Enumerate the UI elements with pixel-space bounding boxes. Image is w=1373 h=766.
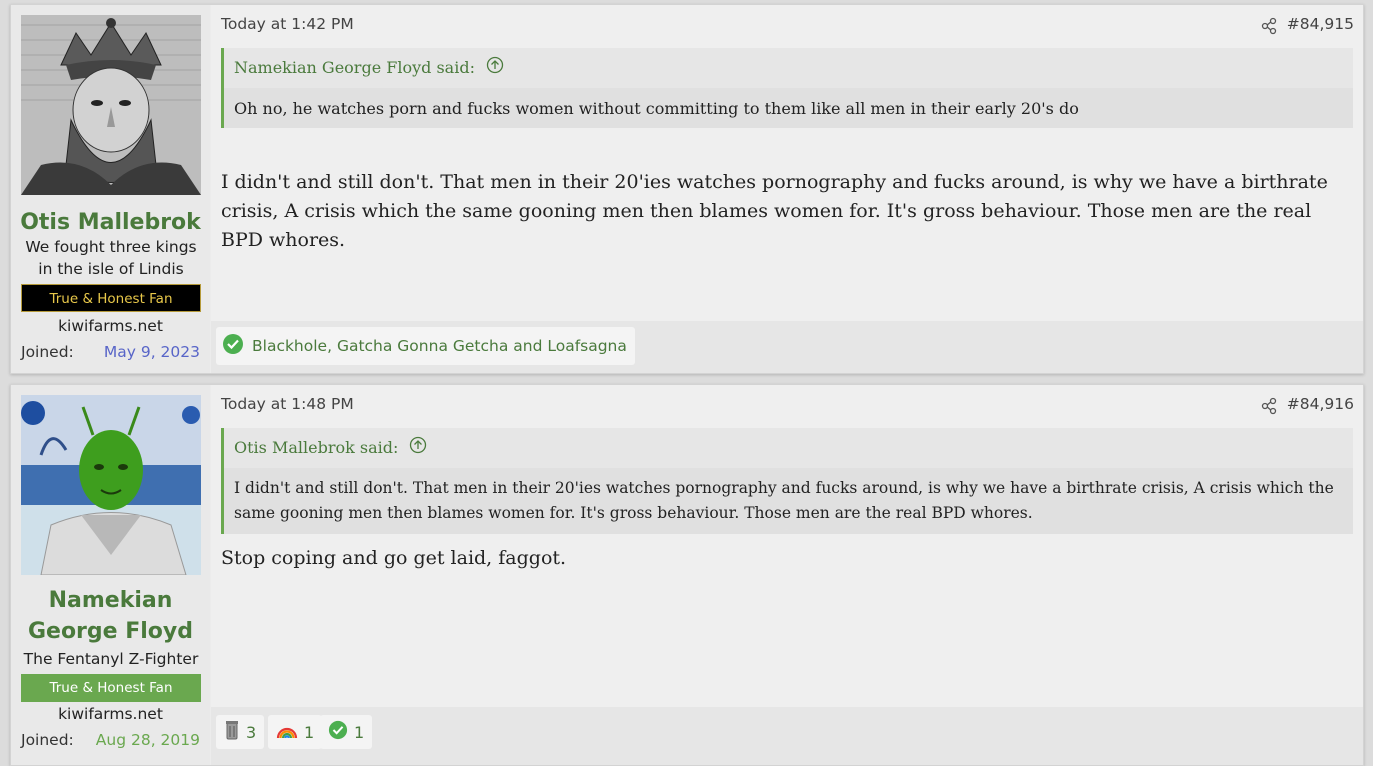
- reaction-check[interactable]: 1: [320, 715, 373, 749]
- post-main: Today at 1:48 PM #84,916 Otis Mallebrok …: [211, 385, 1363, 765]
- post-main: Today at 1:42 PM #84,915 Namekian George…: [211, 5, 1363, 373]
- reaction-count: 1: [354, 722, 365, 742]
- user-banner: True & Honest Fan: [21, 674, 201, 702]
- trash-can-icon: [224, 719, 240, 745]
- user-site: kiwifarms.net: [58, 317, 163, 335]
- user-banner: True & Honest Fan: [21, 284, 201, 312]
- quote-text: Oh no, he watches porn and fucks women w…: [224, 88, 1353, 128]
- share-icon[interactable]: [1260, 397, 1278, 415]
- quote-author[interactable]: Namekian George Floyd said:: [234, 58, 475, 77]
- post-84915: Otis Mallebrok We fought three kings in …: [10, 4, 1364, 374]
- joined-date[interactable]: Aug 28, 2019: [96, 731, 200, 749]
- check-icon: [222, 333, 244, 359]
- joined-label: Joined:: [21, 731, 74, 749]
- avatar[interactable]: [21, 395, 201, 575]
- arrow-up-circle-icon[interactable]: [409, 429, 427, 469]
- arrow-up-circle-icon[interactable]: [486, 49, 504, 89]
- reaction-count: 1: [304, 722, 315, 742]
- user-site: kiwifarms.net: [58, 705, 163, 723]
- avatar[interactable]: [21, 15, 201, 195]
- username[interactable]: Namekian George Floyd: [11, 585, 210, 647]
- post-date[interactable]: Today at 1:48 PM: [221, 395, 354, 413]
- quote-author[interactable]: Otis Mallebrok said:: [234, 438, 398, 457]
- quote-header[interactable]: Namekian George Floyd said:: [224, 48, 1353, 88]
- reactions-bar: Blackhole, Gatcha Gonna Getcha and Loafs…: [211, 321, 1363, 373]
- user-cell: Namekian George Floyd The Fentanyl Z-Fig…: [11, 385, 210, 765]
- check-icon: [328, 720, 348, 744]
- post-date[interactable]: Today at 1:42 PM: [221, 15, 354, 33]
- reaction-users[interactable]: Blackhole, Gatcha Gonna Getcha and Loafs…: [252, 337, 627, 355]
- quote-text: I didn't and still don't. That men in th…: [224, 468, 1353, 534]
- joined-date[interactable]: May 9, 2023: [104, 343, 200, 361]
- reaction-count: 3: [246, 722, 257, 742]
- user-cell: Otis Mallebrok We fought three kings in …: [11, 5, 210, 373]
- reaction-summary[interactable]: Blackhole, Gatcha Gonna Getcha and Loafs…: [216, 327, 635, 365]
- post-number[interactable]: #84,916: [1287, 395, 1354, 413]
- user-title: We fought three kings in the isle of Lin…: [25, 238, 197, 278]
- share-icon[interactable]: [1260, 17, 1278, 35]
- quote-block: Otis Mallebrok said: I didn't and still …: [221, 428, 1353, 534]
- reaction-rainbow[interactable]: 1: [268, 715, 323, 749]
- post-message: Stop coping and go get laid, faggot.: [221, 547, 567, 569]
- post-84916: Namekian George Floyd The Fentanyl Z-Fig…: [10, 384, 1364, 766]
- reactions-bar: 3 1 1: [211, 707, 1363, 765]
- post-number[interactable]: #84,915: [1287, 15, 1354, 33]
- reaction-trash[interactable]: 3: [216, 715, 265, 749]
- rainbow-icon: [276, 721, 298, 743]
- username[interactable]: Otis Mallebrok: [11, 207, 210, 238]
- post-message: I didn't and still don't. That men in th…: [221, 171, 1328, 251]
- joined-label: Joined:: [21, 343, 74, 361]
- quote-header[interactable]: Otis Mallebrok said:: [224, 428, 1353, 468]
- user-title: The Fentanyl Z-Fighter: [23, 650, 199, 668]
- quote-block: Namekian George Floyd said: Oh no, he wa…: [221, 48, 1353, 128]
